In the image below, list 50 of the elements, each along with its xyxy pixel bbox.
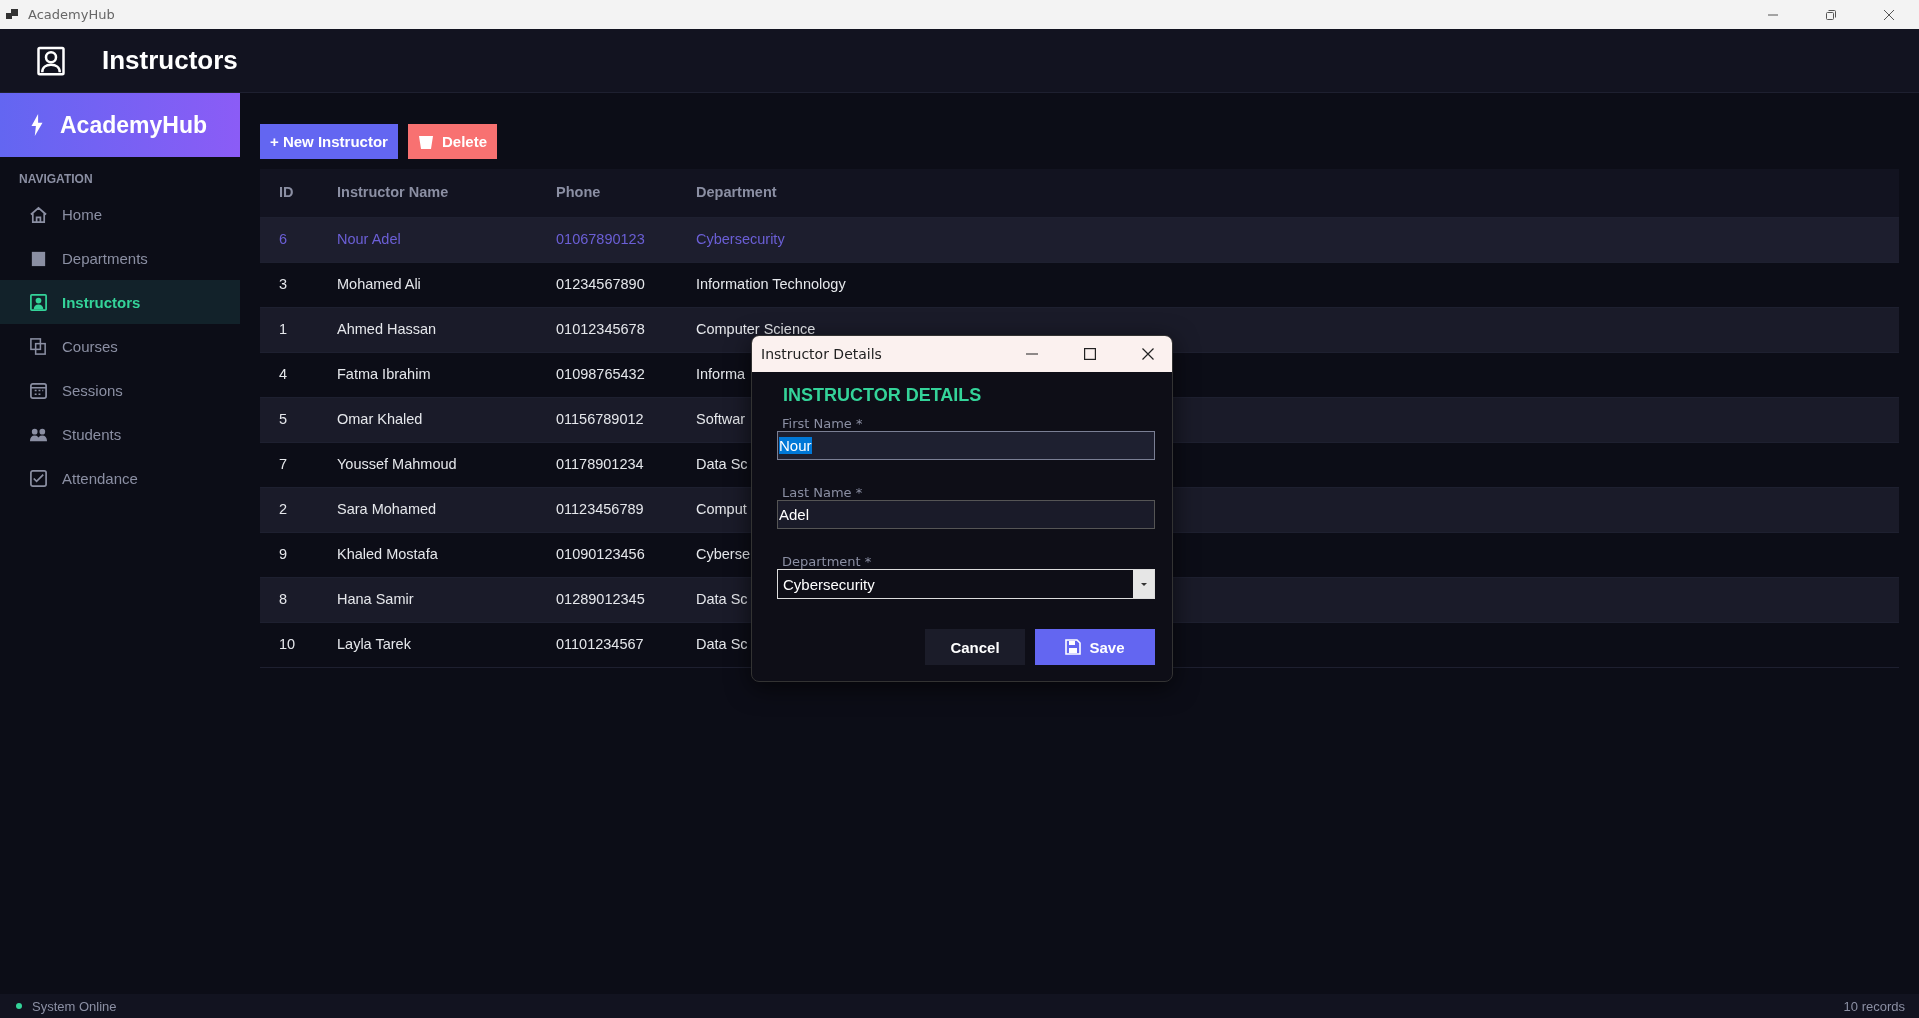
table-cell: 3	[279, 276, 288, 293]
page-title: Instructors	[102, 45, 238, 76]
table-cell: 8	[279, 591, 288, 608]
table-cell: 10	[279, 636, 296, 653]
table-cell: 01178901234	[556, 456, 644, 473]
table-cell: Khaled Mostafa	[337, 546, 438, 563]
table-cell: 9	[279, 546, 288, 563]
table-cell: Sara Mohamed	[337, 501, 437, 518]
window-title: AcademyHub	[28, 7, 115, 22]
table-cell: Fatma Ibrahim	[337, 366, 431, 383]
table-cell: 1	[279, 321, 288, 338]
table-cell: Information Technology	[696, 276, 846, 293]
section-label: NAVIGATION	[18, 171, 94, 188]
table-cell: 01289012345	[556, 591, 645, 608]
field-label: First Name *	[782, 416, 864, 431]
table-cell: 01067890123	[556, 231, 645, 248]
table-cell: Data Sc	[696, 636, 748, 653]
table-cell: Youssef Mahmoud	[337, 456, 457, 473]
table-cell: Omar Khaled	[337, 411, 423, 428]
table-cell: Softwar	[696, 411, 746, 428]
table-cell: 01234567890	[556, 276, 645, 293]
table-cell: 01123456789	[556, 501, 644, 518]
table-cell: Data Sc	[696, 591, 748, 608]
table-cell: Cyberse	[696, 546, 750, 563]
status-text: System Online	[32, 998, 117, 1014]
dialog-heading: INSTRUCTOR DETAILS	[783, 385, 983, 406]
table-cell: Data Sc	[696, 456, 748, 473]
field-label: Last Name *	[782, 485, 864, 500]
table-cell: Cybersecurity	[696, 231, 785, 248]
table-cell: 6	[279, 231, 288, 248]
table-cell: Layla Tarek	[337, 636, 411, 653]
table-cell: Computer Science	[696, 321, 816, 338]
table-cell: 01098765432	[556, 366, 645, 383]
table-cell: 7	[279, 456, 288, 473]
field-label: Department *	[782, 554, 873, 569]
table-cell: Ahmed Hassan	[337, 321, 437, 338]
table-cell: 5	[279, 411, 288, 428]
table-cell: 01101234567	[556, 636, 644, 653]
table-cell: Informa	[696, 366, 746, 383]
table-cell: 01156789012	[556, 411, 644, 428]
table-cell: Comput	[696, 501, 747, 518]
table-cell: 4	[279, 366, 288, 383]
table-cell: Nour Adel	[337, 231, 401, 248]
brand-name: AcademyHub	[60, 111, 207, 139]
record-count: 10 records	[1843, 998, 1905, 1014]
table-cell: Mohamed Ali	[337, 276, 421, 293]
table-cell: Hana Samir	[337, 591, 414, 608]
table-cell: 01012345678	[556, 321, 645, 338]
table-cell: 01090123456	[556, 546, 645, 563]
table-cell: 2	[279, 501, 288, 518]
